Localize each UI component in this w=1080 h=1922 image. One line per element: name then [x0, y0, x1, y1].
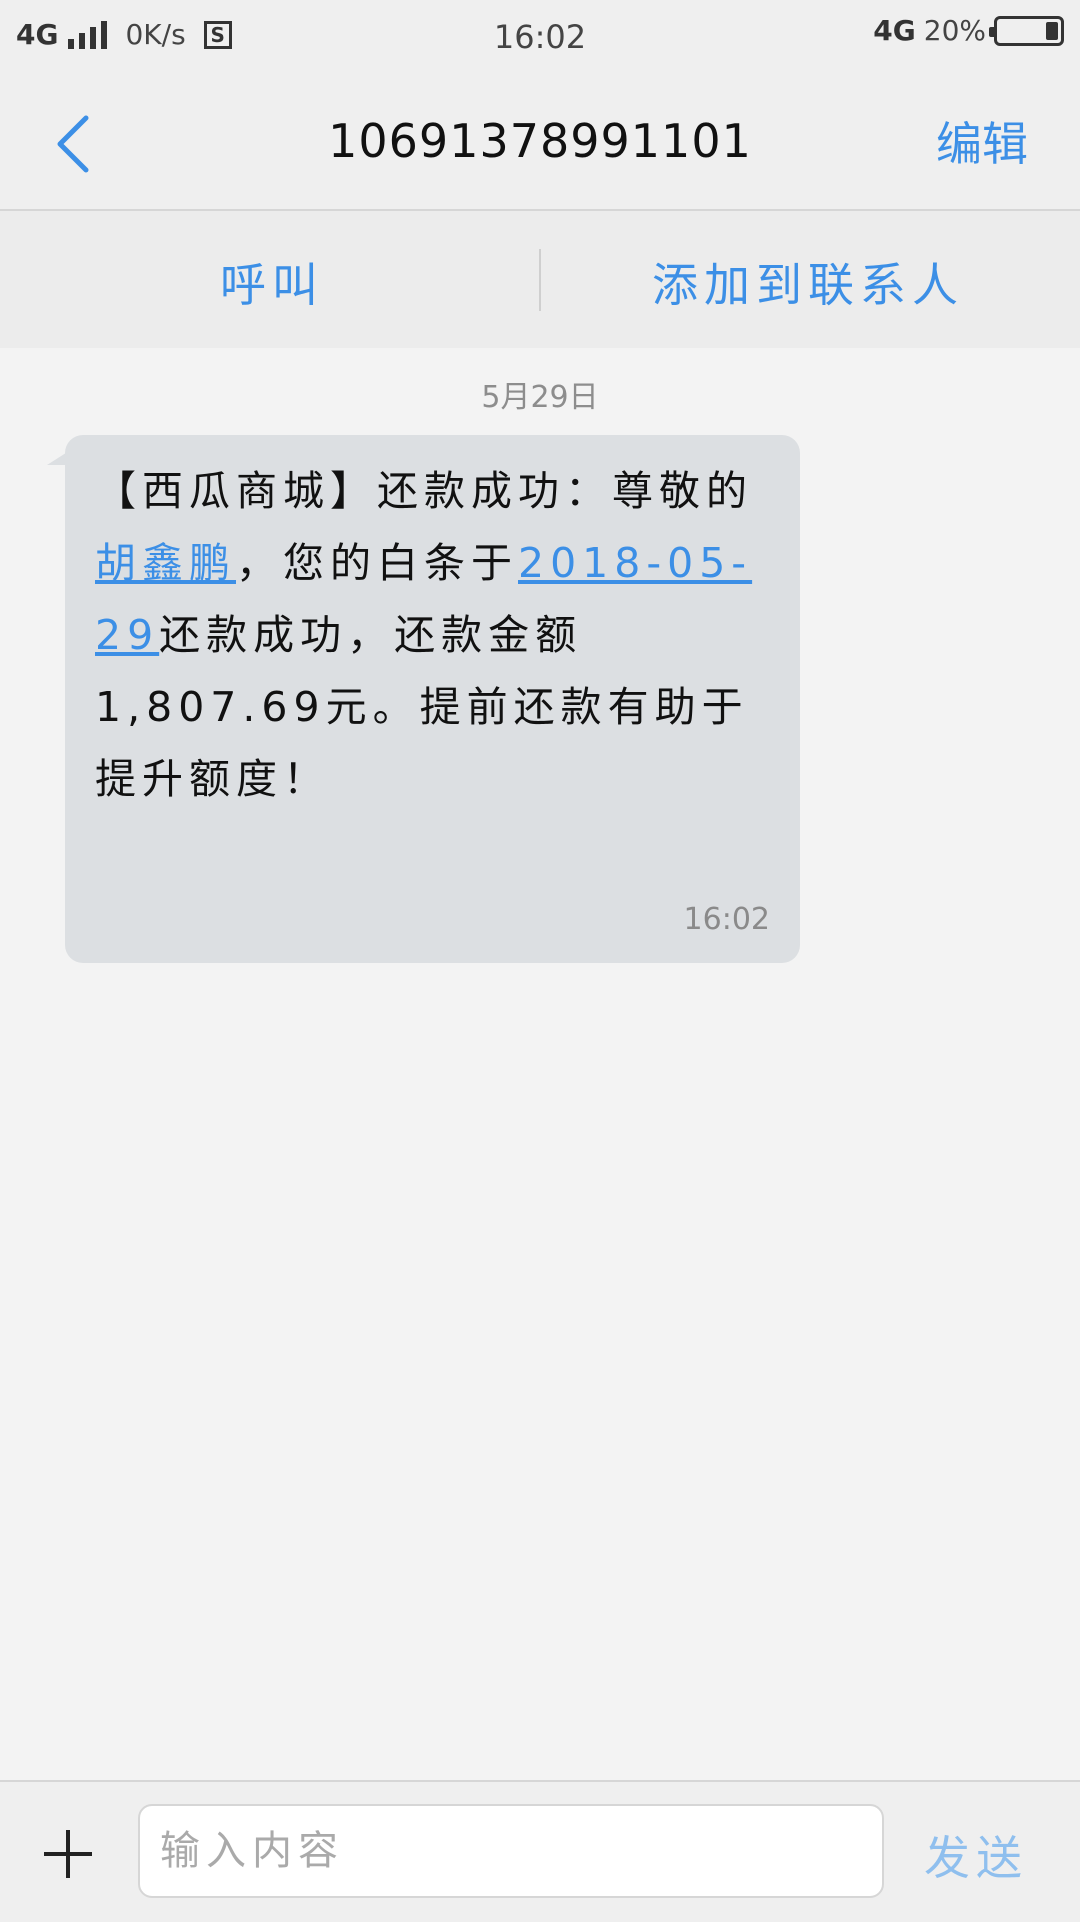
page-title: 10691378991101	[328, 114, 752, 168]
add-attachment-button[interactable]	[44, 1830, 92, 1878]
message-text-part1: 【西瓜商城】还款成功：尊敬的	[95, 467, 753, 515]
status-right: 4G 20%	[873, 14, 1064, 47]
input-bar: 发送	[0, 1780, 1080, 1922]
action-divider	[539, 249, 541, 311]
message-text: 【西瓜商城】还款成功：尊敬的胡鑫鹏，您的白条于2018-05-29还款成功，还款…	[95, 455, 765, 815]
battery-fill	[1046, 21, 1058, 40]
network-type-right: 4G	[873, 14, 916, 47]
send-button[interactable]: 发送	[924, 1822, 1028, 1888]
conversation-header: 10691378991101 编辑	[0, 76, 1080, 211]
bubble-tail	[47, 451, 69, 465]
status-bar: 4G 0K/s S 16:02 4G 20%	[0, 0, 1080, 76]
action-bar: 呼叫 添加到联系人	[0, 211, 1080, 348]
message-timestamp: 16:02	[683, 902, 770, 937]
message-text-part2: ，您的白条于	[236, 539, 518, 587]
message-text-part3: 还款成功，还款金额1,807.69元。提前还款有助于提升额度！	[95, 611, 749, 803]
add-to-contacts-button[interactable]: 添加到联系人	[652, 249, 964, 315]
battery-icon	[989, 15, 1064, 46]
edit-button[interactable]: 编辑	[936, 108, 1028, 174]
name-link[interactable]: 胡鑫鹏	[95, 539, 236, 587]
call-button[interactable]: 呼叫	[220, 249, 324, 315]
date-separator: 5月29日	[481, 380, 599, 415]
message-bubble[interactable]: 【西瓜商城】还款成功：尊敬的胡鑫鹏，您的白条于2018-05-29还款成功，还款…	[47, 435, 800, 963]
battery-percent: 20%	[923, 14, 986, 47]
message-input[interactable]	[138, 1804, 884, 1898]
